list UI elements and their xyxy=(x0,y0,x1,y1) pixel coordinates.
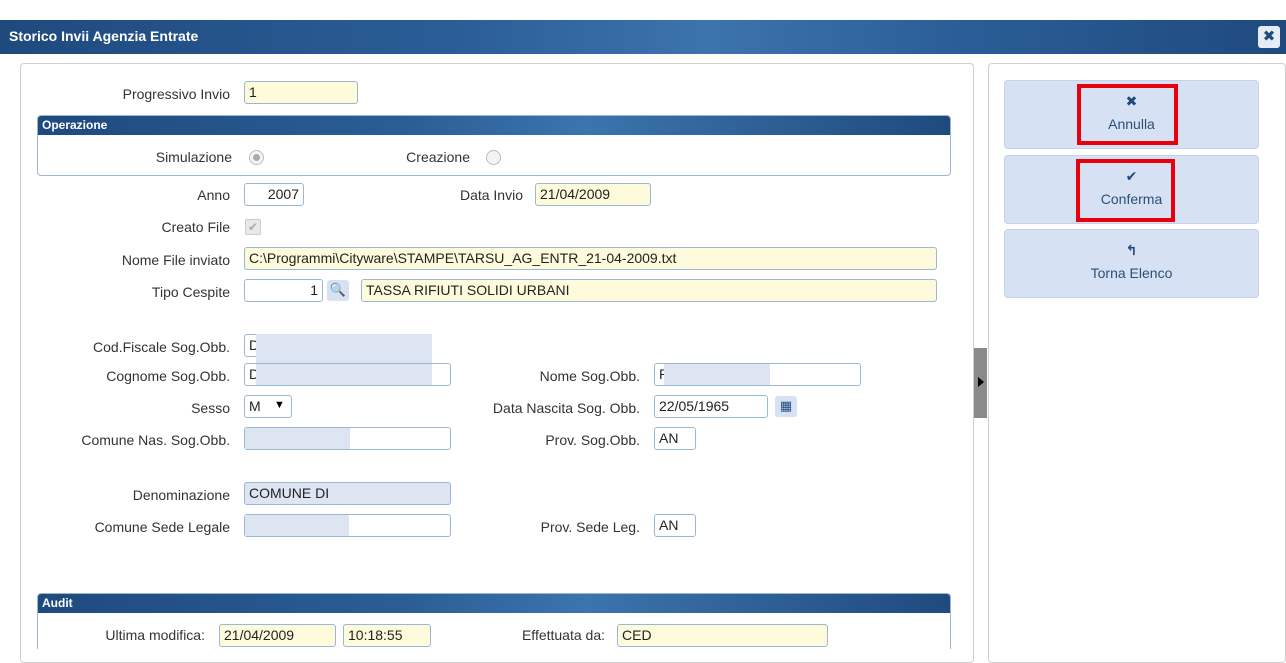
tipo-cespite-code[interactable]: 1 xyxy=(244,279,323,302)
search-icon[interactable]: 🔍 xyxy=(327,280,349,301)
prov-sede-input[interactable]: AN xyxy=(654,514,696,537)
progressivo-input[interactable]: 1 xyxy=(244,81,358,104)
cod-fiscale-label: Cod.Fiscale Sog.Obb. xyxy=(93,339,230,355)
redaction-mask xyxy=(245,428,350,449)
operazione-header: Operazione xyxy=(38,116,950,135)
torna-elenco-button[interactable]: ↰ Torna Elenco xyxy=(1004,229,1259,298)
sesso-label: Sesso xyxy=(191,400,230,416)
denominazione-label: Denominazione xyxy=(132,487,230,503)
sesso-select[interactable]: M ▼ xyxy=(244,395,292,418)
collapse-arrow-icon[interactable] xyxy=(978,377,984,387)
creazione-label: Creazione xyxy=(406,149,470,165)
anno-label: Anno xyxy=(197,187,230,203)
ultima-modifica-time[interactable]: 10:18:55 xyxy=(343,624,431,647)
window-title: Storico Invii Agenzia Entrate xyxy=(9,28,199,44)
comune-sede-label: Comune Sede Legale xyxy=(94,519,230,535)
panel-splitter[interactable] xyxy=(974,348,987,418)
simulazione-radio[interactable] xyxy=(249,150,264,165)
chevron-down-icon: ▼ xyxy=(274,399,285,411)
nome-file-input[interactable]: C:\Programmi\Cityware\STAMPE\TARSU_AG_EN… xyxy=(244,247,937,270)
ultima-modifica-label: Ultima modifica: xyxy=(105,627,205,643)
creato-file-checkbox[interactable]: ✔ xyxy=(245,219,261,235)
redaction-mask xyxy=(245,515,349,536)
redaction-mask xyxy=(256,364,432,385)
creazione-radio[interactable] xyxy=(486,150,501,165)
annulla-highlight xyxy=(1077,84,1178,145)
effettuata-da-label: Effettuata da: xyxy=(521,627,605,643)
creato-file-label: Creato File xyxy=(161,219,230,235)
redaction-mask xyxy=(664,364,770,385)
data-invio-label: Data Invio xyxy=(459,187,523,203)
back-arrow-icon: ↰ xyxy=(1125,242,1138,258)
conferma-highlight xyxy=(1076,159,1175,222)
nome-file-label: Nome File inviato xyxy=(121,252,230,268)
calendar-icon[interactable]: ▦ xyxy=(775,396,797,417)
audit-header: Audit xyxy=(38,594,950,613)
prov-nascita-label: Prov. Sog.Obb. xyxy=(545,432,640,448)
data-invio-input[interactable]: 21/04/2009 xyxy=(535,183,651,206)
ultima-modifica-date[interactable]: 21/04/2009 xyxy=(219,624,336,647)
comune-nascita-label: Comune Nas. Sog.Obb. xyxy=(81,432,230,448)
anno-input[interactable]: 2007 xyxy=(244,183,304,206)
torna-elenco-label: Torna Elenco xyxy=(1090,265,1173,281)
denominazione-input[interactable]: COMUNE DI xyxy=(244,482,451,505)
operazione-section: Operazione xyxy=(37,115,951,176)
cognome-label: Cognome Sog.Obb. xyxy=(106,368,230,384)
tipo-cespite-label: Tipo Cespite xyxy=(151,284,230,300)
nome-label: Nome Sog.Obb. xyxy=(539,368,640,384)
tipo-cespite-description[interactable]: TASSA RIFIUTI SOLIDI URBANI xyxy=(361,279,937,302)
window-titlebar: Storico Invii Agenzia Entrate ✖ xyxy=(0,20,1286,54)
sesso-value: M xyxy=(249,398,261,414)
close-icon[interactable]: ✖ xyxy=(1258,26,1280,48)
simulazione-label: Simulazione xyxy=(155,149,232,165)
actions-panel xyxy=(988,63,1286,663)
data-nascita-input[interactable]: 22/05/1965 xyxy=(654,395,768,418)
prov-sede-label: Prov. Sede Leg. xyxy=(540,519,640,535)
prov-nascita-input[interactable]: AN xyxy=(654,427,696,450)
data-nascita-label: Data Nascita Sog. Obb. xyxy=(492,400,640,416)
progressivo-label: Progressivo Invio xyxy=(122,86,230,102)
effettuata-da-input[interactable]: CED xyxy=(617,624,828,647)
